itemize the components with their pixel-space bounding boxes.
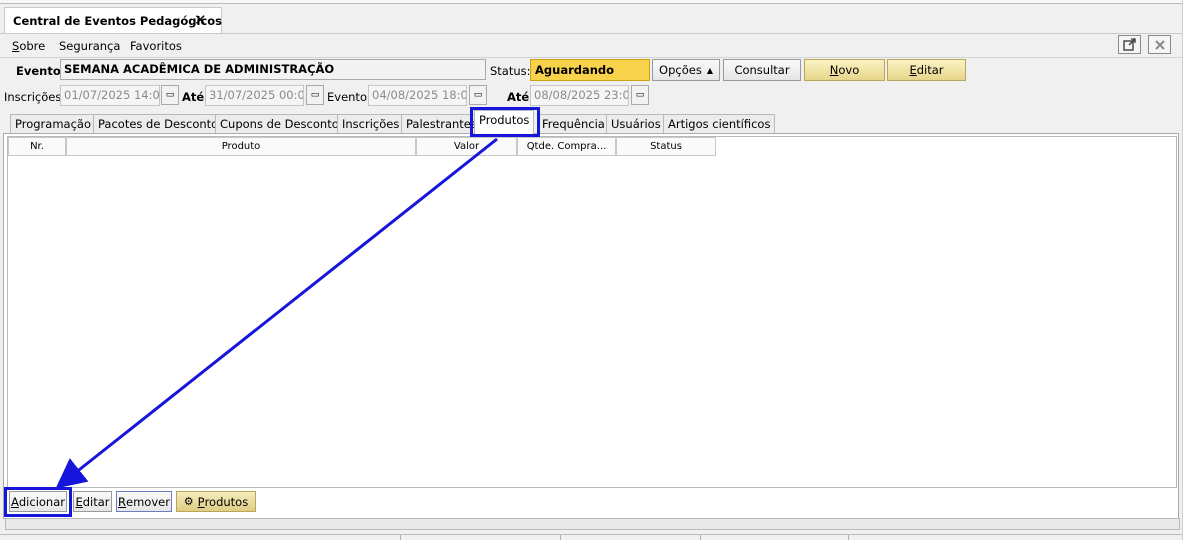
tab-produtos[interactable]: Produtos bbox=[474, 110, 535, 134]
annotation-arrow bbox=[55, 137, 498, 489]
